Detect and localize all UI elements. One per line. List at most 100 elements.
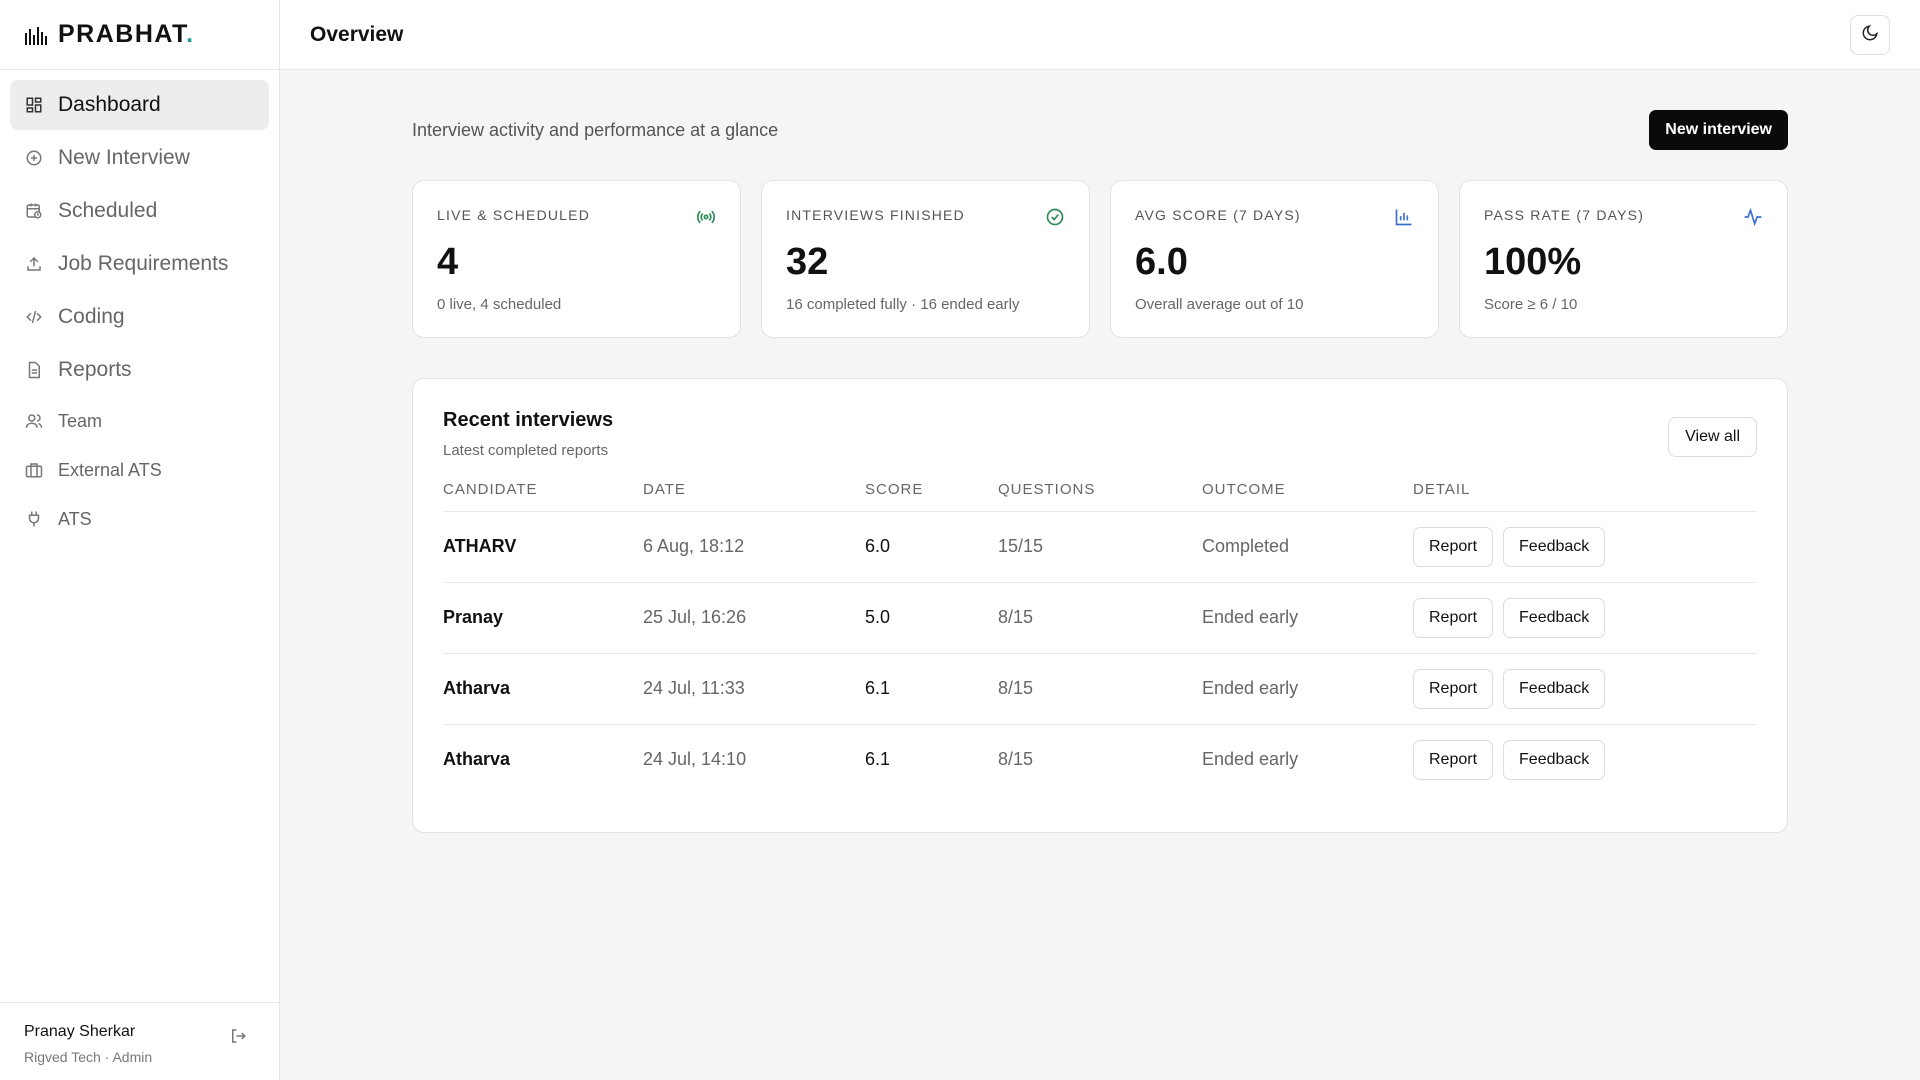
overview-subtitle: Interview activity and performance at a …: [412, 119, 779, 140]
stat-note: Overall average out of 10: [1135, 296, 1304, 313]
grid-icon: [24, 95, 44, 115]
sidebar-item-external-ats[interactable]: External ATS: [10, 447, 269, 493]
score-cell: 6.1: [865, 749, 891, 770]
stat-value: 6.0: [1135, 241, 1188, 283]
stat-label: INTERVIEWS FINISHED: [786, 207, 965, 223]
date-cell: 6 Aug, 18:12: [643, 511, 865, 583]
sidebar-item-ats[interactable]: ATS: [10, 496, 269, 542]
stat-label: LIVE & SCHEDULED: [437, 207, 591, 223]
column-header-score: SCORE: [865, 475, 998, 512]
recent-interviews-panel: Recent interviews Latest completed repor…: [412, 378, 1788, 833]
detail-cell: Report Feedback: [1413, 582, 1757, 654]
sidebar-item-label: External ATS: [58, 459, 162, 480]
stat-label: AVG SCORE (7 DAYS): [1135, 207, 1301, 223]
user-name: Pranay Sherkar: [24, 1023, 136, 1040]
new-interview-button[interactable]: New interview: [1649, 110, 1788, 150]
stat-card-avg-score: AVG SCORE (7 DAYS) 6.0 Overall average o…: [1110, 180, 1439, 338]
stat-card-pass-rate: PASS RATE (7 DAYS) 100% Score ≥ 6 / 10: [1459, 180, 1788, 338]
stat-note: 0 live, 4 scheduled: [437, 296, 562, 313]
logout-icon[interactable]: [229, 1027, 249, 1047]
questions-cell: 8/15: [998, 653, 1202, 725]
stat-note: 16 completed fully · 16 ended early: [786, 296, 1020, 313]
outcome-cell: Ended early: [1202, 653, 1413, 725]
panel-header: Recent interviews Latest completed repor…: [443, 409, 1757, 459]
check-circle-icon: [1045, 207, 1065, 227]
stat-value: 4: [437, 241, 459, 283]
report-button[interactable]: Report: [1413, 739, 1494, 780]
table-row: Pranay 25 Jul, 16:26 5.0 8/15 Ended earl…: [443, 582, 1757, 654]
feedback-button[interactable]: Feedback: [1503, 597, 1606, 638]
sidebar-item-team[interactable]: Team: [10, 398, 269, 444]
sidebar: PRABHAT. Dashboard New Interview Schedul…: [0, 0, 280, 1080]
table-row: ATHARV 6 Aug, 18:12 6.0 15/15 Completed …: [443, 511, 1757, 583]
sidebar-item-label: Scheduled: [58, 199, 158, 222]
brand[interactable]: PRABHAT.: [0, 0, 279, 70]
sidebar-item-job-requirements[interactable]: Job Requirements: [10, 239, 269, 289]
questions-cell: 15/15: [998, 511, 1202, 583]
table-row: Atharva 24 Jul, 14:10 6.1 8/15 Ended ear…: [443, 724, 1757, 795]
sidebar-item-label: ATS: [58, 508, 92, 529]
sidebar-item-label: Job Requirements: [58, 252, 229, 275]
questions-cell: 8/15: [998, 582, 1202, 654]
user-org: Rigved Tech · Admin: [24, 1049, 153, 1065]
stat-label: PASS RATE (7 DAYS): [1484, 207, 1645, 223]
code-icon: [24, 307, 44, 327]
panel-title: Recent interviews: [443, 409, 614, 431]
view-all-button[interactable]: View all: [1668, 417, 1757, 457]
report-button[interactable]: Report: [1413, 526, 1494, 567]
column-header-outcome: OUTCOME: [1202, 475, 1413, 512]
questions-cell: 8/15: [998, 749, 1034, 770]
sidebar-item-dashboard[interactable]: Dashboard: [10, 80, 269, 130]
activity-icon: [1743, 207, 1763, 227]
sidebar-item-label: New Interview: [58, 146, 190, 169]
report-button[interactable]: Report: [1413, 597, 1494, 638]
theme-toggle-button[interactable]: [1850, 14, 1890, 55]
users-icon: [24, 411, 44, 431]
sidebar-nav: Dashboard New Interview Scheduled Job Re…: [0, 70, 279, 555]
brand-name: PRABHAT.: [58, 20, 195, 48]
column-header-questions: QUESTIONS: [998, 475, 1202, 512]
top-bar: Overview: [280, 0, 1920, 70]
stat-card-interviews-finished: INTERVIEWS FINISHED 32 16 completed full…: [761, 180, 1090, 338]
sidebar-item-label: Team: [58, 410, 103, 431]
score-cell: 6.1: [865, 653, 998, 725]
sidebar-item-label: Coding: [58, 305, 125, 328]
equalizer-logo-icon: [24, 23, 48, 47]
panel-subtitle: Latest completed reports: [443, 442, 609, 459]
date-cell: 24 Jul, 11:33: [643, 653, 865, 725]
outcome-cell: Ended early: [1202, 749, 1299, 770]
sidebar-item-new-interview[interactable]: New Interview: [10, 133, 269, 183]
score-cell: 6.0: [865, 511, 998, 583]
stats-row: LIVE & SCHEDULED 4 0 live, 4 scheduled I…: [412, 180, 1788, 338]
detail-cell: Report Feedback: [1413, 653, 1757, 725]
file-text-icon: [24, 360, 44, 380]
broadcast-icon: [696, 207, 716, 227]
calendar-clock-icon: [24, 201, 44, 221]
dashboard-content: Interview activity and performance at a …: [280, 70, 1920, 833]
stat-note: Score ≥ 6 / 10: [1484, 296, 1578, 313]
page-title: Overview: [310, 22, 404, 46]
detail-cell: Report Feedback: [1413, 724, 1757, 795]
stat-value: 100%: [1484, 241, 1582, 283]
candidate-cell: ATHARV: [443, 511, 643, 583]
main-area: Overview Interview activity and performa…: [280, 0, 1920, 1080]
feedback-button[interactable]: Feedback: [1503, 526, 1606, 567]
sidebar-item-coding[interactable]: Coding: [10, 292, 269, 342]
column-header-detail: DETAIL: [1413, 475, 1757, 512]
bar-chart-icon: [1394, 207, 1414, 227]
feedback-button[interactable]: Feedback: [1503, 739, 1606, 780]
feedback-button[interactable]: Feedback: [1503, 668, 1606, 709]
overview-subheader: Interview activity and performance at a …: [412, 110, 1788, 150]
column-header-candidate: CANDIDATE: [443, 475, 643, 512]
score-cell: 5.0: [865, 582, 998, 654]
outcome-cell: Completed: [1202, 511, 1413, 583]
candidate-cell: Pranay: [443, 582, 643, 654]
column-header-date: DATE: [643, 475, 865, 512]
plug-icon: [24, 509, 44, 529]
sidebar-item-scheduled[interactable]: Scheduled: [10, 186, 269, 236]
briefcase-icon: [24, 460, 44, 480]
sidebar-item-reports[interactable]: Reports: [10, 345, 269, 395]
report-button[interactable]: Report: [1413, 668, 1494, 709]
sidebar-item-label: Dashboard: [58, 93, 161, 116]
